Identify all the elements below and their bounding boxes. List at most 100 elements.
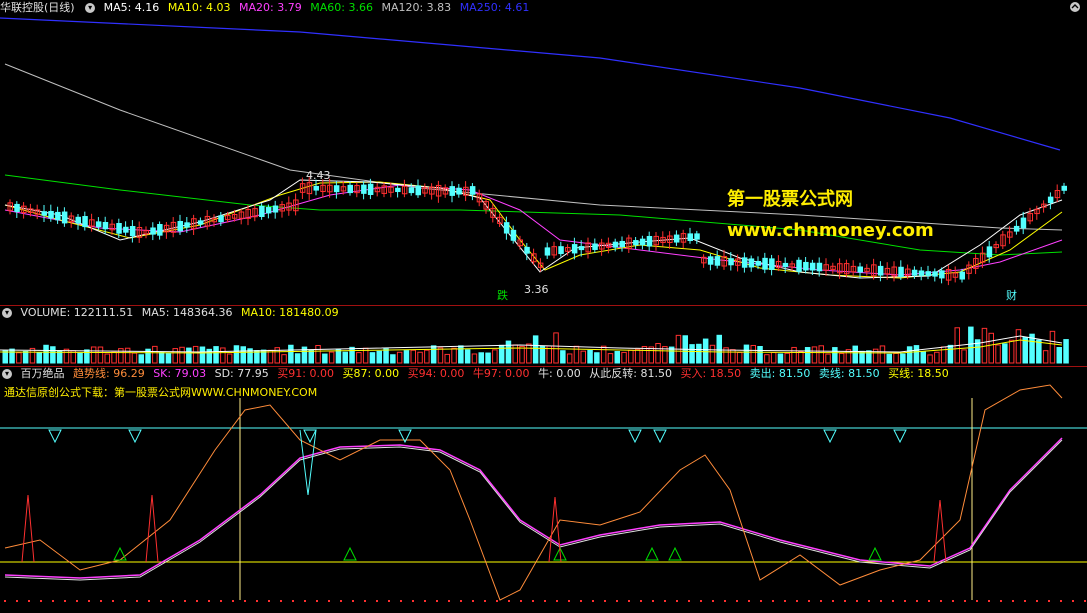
volume-bar	[1056, 347, 1062, 364]
axis-dot	[448, 600, 450, 602]
volume-bar	[430, 345, 437, 364]
axis-dot	[688, 600, 690, 602]
candle-body	[809, 262, 816, 271]
axis-dot	[196, 600, 198, 602]
axis-dot	[256, 600, 258, 602]
kline-chart[interactable]	[0, 0, 1087, 613]
volume-bar	[764, 354, 770, 364]
volume-bar	[199, 346, 206, 364]
candle-body	[361, 184, 367, 194]
volume-bar	[770, 352, 777, 364]
axis-dot	[1000, 600, 1002, 602]
volume-bar	[825, 353, 831, 364]
candle-body	[939, 270, 945, 279]
candle-body	[503, 222, 510, 234]
axis-dot	[148, 600, 150, 602]
volume-bar	[485, 352, 491, 364]
candle-body	[673, 234, 680, 243]
axis-dot	[844, 600, 846, 602]
axis-dot	[1024, 600, 1026, 602]
volume-bar	[240, 346, 246, 364]
volume-bar	[607, 353, 614, 364]
volume-bar	[315, 344, 321, 364]
candle-body	[714, 256, 721, 266]
ma120-line	[4, 63, 1063, 231]
volume-bar	[464, 349, 471, 364]
volume-bar	[1042, 350, 1049, 364]
sell-signal-triangle	[303, 429, 317, 444]
candle-body	[918, 270, 925, 276]
candle-body	[762, 257, 768, 270]
candle-body	[796, 259, 802, 272]
volume-bar	[838, 353, 845, 364]
axis-dot	[724, 600, 726, 602]
candle-body	[646, 236, 653, 247]
volume-bar	[968, 326, 974, 364]
volume-bar	[396, 351, 403, 364]
sell-signal-triangle	[628, 429, 642, 444]
axis-dot	[580, 600, 582, 602]
candle-body	[14, 203, 20, 212]
axis-dot	[160, 600, 162, 602]
candle-body	[150, 227, 156, 235]
axis-dot	[856, 600, 858, 602]
axis-dot	[304, 600, 306, 602]
volume-bar	[532, 335, 539, 364]
axis-dot	[508, 600, 510, 602]
volume-bar	[526, 343, 532, 364]
volume-bar	[1015, 329, 1022, 364]
axis-dot	[712, 600, 714, 602]
candle-body	[157, 224, 163, 236]
volume-bar	[356, 352, 362, 364]
axis-dot	[1072, 600, 1074, 602]
volume-bar	[131, 352, 138, 364]
volume-bar	[648, 346, 654, 364]
volume-bar	[1036, 339, 1042, 364]
volume-bar	[403, 350, 410, 364]
axis-dot	[664, 600, 666, 602]
volume-bar	[478, 352, 484, 364]
axis-dot	[400, 600, 402, 602]
candle-body	[184, 222, 190, 228]
volume-bar	[158, 351, 165, 364]
axis-dot	[112, 600, 114, 602]
volume-bar	[1022, 337, 1028, 364]
volume-bar	[961, 349, 967, 364]
red-spike-signal	[933, 499, 947, 563]
signal-cai-badge: 财	[1006, 289, 1017, 302]
sk-line	[4, 437, 1063, 579]
volume-bar	[655, 343, 661, 364]
axis-dot	[532, 600, 534, 602]
axis-dot	[184, 600, 186, 602]
volume-bar	[77, 352, 83, 364]
volume-bar	[906, 346, 913, 364]
candle-body	[48, 210, 54, 219]
volume-bar	[43, 344, 49, 364]
candle-body	[619, 240, 625, 248]
volume-bar	[1008, 339, 1015, 364]
axis-dot	[676, 600, 678, 602]
axis-dot	[868, 600, 870, 602]
axis-dot	[820, 600, 822, 602]
candle-body	[782, 262, 789, 268]
candle-body	[1013, 225, 1020, 232]
volume-bar	[226, 353, 233, 364]
candle-body	[259, 205, 265, 217]
watermark-url: www.chnmoney.com	[727, 220, 934, 241]
axis-dot	[220, 600, 222, 602]
volume-bar	[424, 349, 430, 364]
axis-dot	[760, 600, 762, 602]
axis-dot	[76, 600, 78, 602]
volume-bar	[322, 353, 328, 364]
candle-body	[449, 186, 455, 196]
candle-body	[218, 215, 224, 223]
volume-bar	[811, 346, 818, 364]
candle-body	[456, 187, 462, 195]
axis-dot	[988, 600, 990, 602]
volume-bar	[818, 345, 824, 364]
volume-bar	[580, 350, 586, 364]
axis-dot	[796, 600, 798, 602]
axis-dot	[952, 600, 954, 602]
volume-bar	[437, 347, 444, 364]
candle-body	[877, 265, 884, 276]
